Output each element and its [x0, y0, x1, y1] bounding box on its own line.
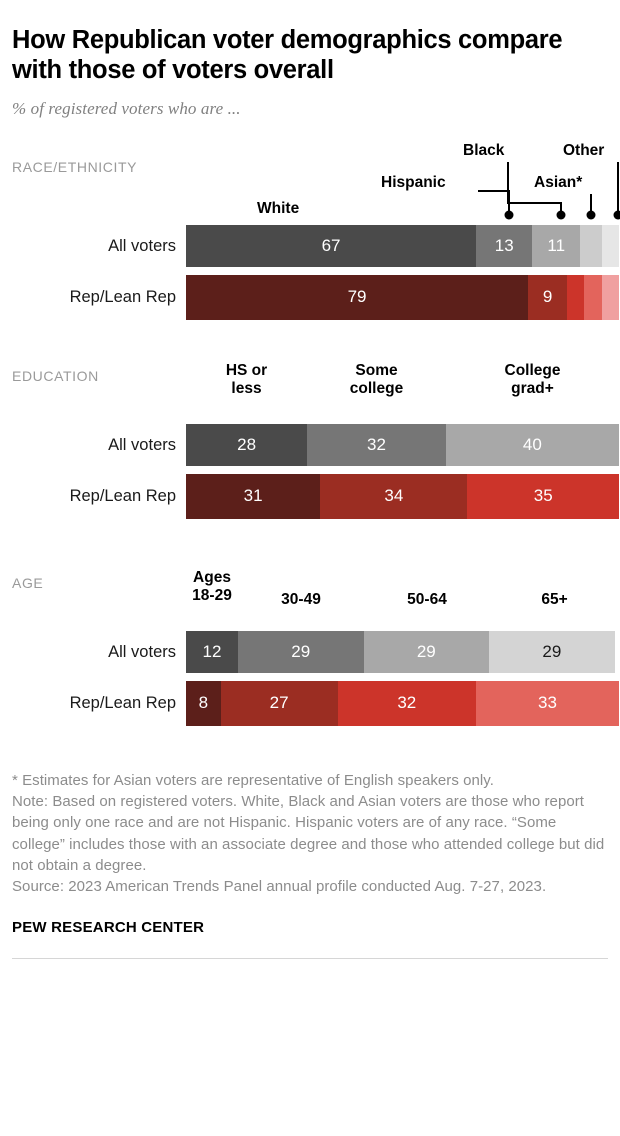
- age-bar-all-voters: 12 29 29 29: [186, 630, 619, 673]
- age-header-30-49: 30-49: [281, 590, 321, 608]
- race-row-rep-lean-rep: Rep/Lean Rep 79 9: [12, 274, 620, 320]
- education-seg-some-college-all: 32: [307, 423, 446, 466]
- age-header-18-29: Ages 18-29: [192, 568, 232, 604]
- education-seg-hs-all: 28: [186, 423, 308, 466]
- page-subtitle: % of registered voters who are ...: [12, 98, 241, 118]
- leader-label-hispanic: Hispanic: [381, 173, 446, 191]
- race-row-all-voters: All voters 67 13 11: [12, 224, 620, 267]
- education-row-all-voters: All voters 28 32 40: [12, 423, 620, 466]
- age-header-65-plus: 65+: [541, 590, 568, 608]
- infographic-root: How Republican voter demographics compar…: [0, 0, 620, 1136]
- leader-label-white: White: [257, 199, 300, 217]
- section-race-ethnicity: RACE/ETHNICITY Black Other Hispanic Asia…: [12, 137, 620, 322]
- section-label-race: RACE/ETHNICITY: [12, 158, 138, 175]
- education-header-hs-or-less: HS or less: [225, 361, 268, 397]
- education-bar-all-voters: 28 32 40: [186, 423, 619, 466]
- race-bar-rep-lean-rep: 79 9: [186, 274, 619, 320]
- education-column-headers: HS or less Some college College grad+: [12, 362, 620, 422]
- page-title: How Republican voter demographics compar…: [12, 26, 563, 84]
- race-seg-asian-rep: [584, 274, 602, 320]
- education-row-rep-lean-rep: Rep/Lean Rep 31 34 35: [12, 473, 620, 519]
- age-seg-65-plus-rep: 33: [476, 680, 619, 726]
- section-education: EDUCATION HS or less Some college Colleg…: [12, 362, 619, 527]
- age-row-rep-lean-rep: Rep/Lean Rep 8 27 32 33: [12, 680, 620, 726]
- row-label-rep-lean-rep: Rep/Lean Rep: [69, 486, 176, 505]
- age-column-headers: Ages 18-29 30-49 50-64 65+: [12, 569, 620, 629]
- education-bar-rep-lean-rep: 31 34 35: [186, 473, 619, 519]
- race-seg-white-rep: 79: [186, 274, 529, 320]
- footnotes: * Estimates for Asian voters are represe…: [12, 770, 608, 898]
- age-header-50-64: 50-64: [407, 590, 447, 608]
- race-bar-all-voters: 67 13 11: [186, 224, 619, 267]
- leader-label-other: Other: [563, 141, 605, 159]
- leader-label-asian: Asian*: [534, 173, 583, 191]
- age-seg-18-29-all: 12: [186, 630, 238, 673]
- age-seg-30-49-all: 29: [237, 630, 364, 673]
- footer-divider: [12, 958, 608, 960]
- row-label-rep-lean-rep: Rep/Lean Rep: [69, 693, 176, 712]
- pew-research-center-brand: PEW RESEARCH CENTER: [12, 919, 205, 937]
- footnote-note: Note: Based on registered voters. White,…: [12, 792, 605, 874]
- age-seg-30-49-rep: 27: [220, 680, 338, 726]
- age-seg-18-29-rep: 8: [186, 680, 221, 726]
- footnote-asterisk: * Estimates for Asian voters are represe…: [12, 771, 494, 789]
- race-seg-black-rep: [567, 274, 585, 320]
- education-seg-college-grad-rep: 35: [467, 473, 619, 519]
- race-seg-asian-all: [580, 224, 602, 267]
- race-seg-hispanic-all: 13: [476, 224, 533, 267]
- race-seg-other-all: [601, 224, 619, 267]
- race-seg-white-all: 67: [186, 224, 477, 267]
- age-row-all-voters: All voters 12 29 29 29: [12, 630, 620, 673]
- age-bar-rep-lean-rep: 8 27 32 33: [186, 680, 619, 726]
- education-seg-some-college-rep: 34: [320, 473, 468, 519]
- leader-label-black: Black: [463, 141, 505, 159]
- education-seg-college-grad-all: 40: [445, 423, 619, 466]
- education-seg-hs-rep: 31: [186, 473, 321, 519]
- education-header-some-college: Some college: [349, 361, 404, 397]
- row-label-all-voters: All voters: [108, 236, 176, 255]
- row-label-all-voters: All voters: [108, 435, 176, 454]
- education-header-college-grad: College grad+: [504, 361, 561, 397]
- section-age: AGE Ages 18-29 30-49 50-64 65+ All voter…: [12, 569, 619, 734]
- race-seg-black-all: 11: [532, 224, 581, 267]
- race-seg-other-rep: [601, 274, 619, 320]
- age-seg-50-64-all: 29: [363, 630, 490, 673]
- age-seg-65-plus-all: 29: [489, 630, 615, 673]
- row-label-rep-lean-rep: Rep/Lean Rep: [69, 287, 176, 306]
- row-label-all-voters: All voters: [108, 642, 176, 661]
- race-seg-hispanic-rep: 9: [528, 274, 568, 320]
- age-seg-50-64-rep: 32: [337, 680, 477, 726]
- footnote-source: Source: 2023 American Trends Panel annua…: [12, 878, 547, 896]
